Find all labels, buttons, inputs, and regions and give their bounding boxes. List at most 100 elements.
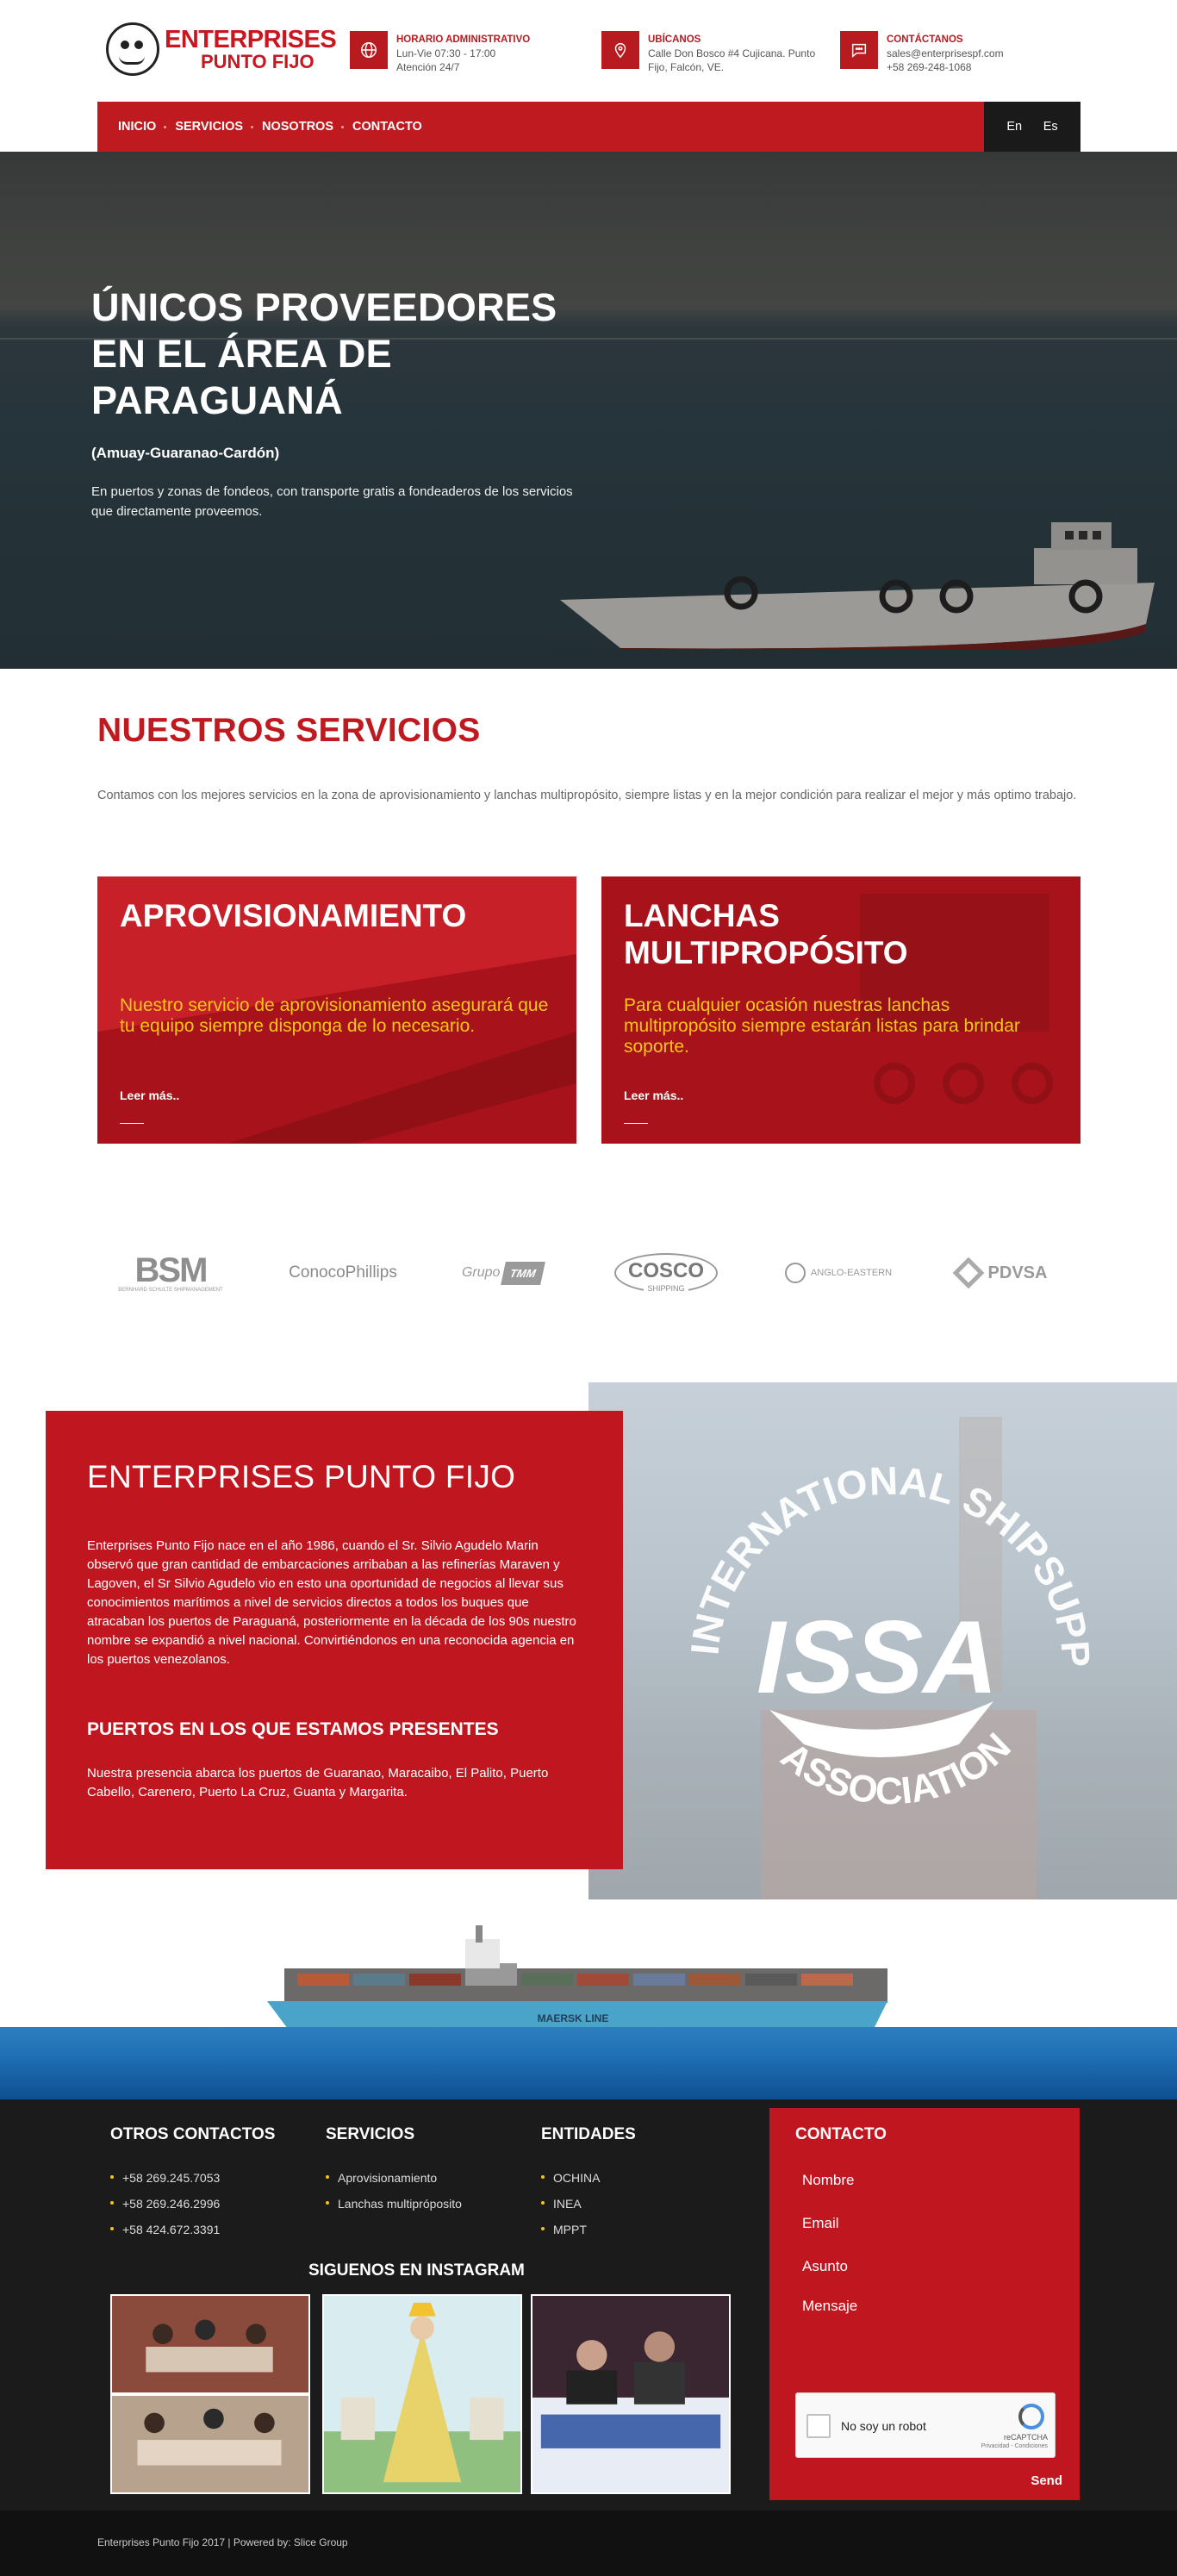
read-more-link[interactable]: Leer más..	[120, 1088, 179, 1102]
footer-entity-link[interactable]: INEA	[541, 2191, 636, 2217]
brand-logo[interactable]: ENTERPRISES PUNTO FIJO	[106, 22, 337, 76]
location-line2: Fijo, Falcón, VE.	[648, 61, 725, 73]
subject-field[interactable]: Asunto	[802, 2258, 848, 2275]
instagram-title: SIGUENOS EN INSTAGRAM	[308, 2261, 525, 2280]
footer-services: SERVICIOS Aprovisionamiento Lanchas mult…	[326, 2125, 462, 2217]
page: ENTERPRISES PUNTO FIJO HORARIO ADMINISTR…	[0, 0, 1177, 2576]
meeting-photo	[112, 2296, 308, 2492]
lang-en[interactable]: En	[1006, 120, 1022, 134]
footer-phone[interactable]: +58 269.245.7053	[110, 2165, 275, 2191]
footer-contacts: OTROS CONTACTOS +58 269.245.7053 +58 269…	[110, 2125, 275, 2242]
footer-entities: ENTIDADES OCHINA INEA MPPT	[541, 2125, 636, 2242]
chat-icon	[840, 31, 878, 69]
footer-entity-link[interactable]: OCHINA	[541, 2165, 636, 2191]
globe-icon	[350, 31, 388, 69]
globe-icon	[784, 1263, 806, 1283]
instagram-post[interactable]	[322, 2294, 522, 2494]
instagram-post[interactable]	[531, 2294, 731, 2494]
services-title: NUESTROS SERVICIOS	[97, 712, 481, 749]
main-nav: INICIO SERVICIOS NOSOTROS CONTACTO En Es	[97, 102, 1080, 152]
mascot-icon	[106, 22, 159, 76]
services-intro: Contamos con los mejores servicios en la…	[97, 789, 1077, 802]
site-footer: OTROS CONTACTOS +58 269.245.7053 +58 269…	[0, 2099, 1177, 2511]
footer-service-link[interactable]: Lanchas multipróposito	[326, 2191, 462, 2217]
recaptcha-label: No soy un robot	[841, 2419, 926, 2433]
virgin-painting	[324, 2296, 520, 2492]
partner-logo-anglo-eastern[interactable]: ANGLO-EASTERN	[774, 1243, 903, 1303]
email-field[interactable]: Email	[802, 2215, 839, 2232]
location-title: UBÍCANOS	[648, 34, 701, 45]
contact-info: CONTÁCTANOS sales@enterprisespf.com +58 …	[840, 31, 1073, 78]
partner-logo-pdvsa[interactable]: PDVSA	[942, 1243, 1062, 1303]
partner-logos: BSM BERNHARD SCHULTE SHIPMANAGEMENT Cono…	[97, 1243, 1080, 1303]
site-header: ENTERPRISES PUNTO FIJO HORARIO ADMINISTR…	[0, 0, 1177, 102]
location-info: UBÍCANOS Calle Don Bosco #4 Cujicana. Pu…	[601, 31, 825, 78]
message-field[interactable]: Mensaje	[802, 2298, 857, 2315]
location-line1: Calle Don Bosco #4 Cujicana. Punto	[648, 47, 816, 59]
contact-phone[interactable]: +58 269-248-1068	[887, 61, 971, 73]
footer-phone[interactable]: +58 424.672.3391	[110, 2217, 275, 2242]
name-field[interactable]: Nombre	[802, 2172, 854, 2189]
hours-title: HORARIO ADMINISTRATIVO	[396, 34, 531, 45]
ports-text: Nuestra presencia abarca los puertos de …	[87, 1766, 549, 1799]
card-divider	[120, 1123, 144, 1124]
footer-services-title: SERVICIOS	[326, 2125, 415, 2143]
svg-text:ISSA: ISSA	[757, 1600, 998, 1715]
footer-entity-link[interactable]: MPPT	[541, 2217, 636, 2242]
contact-form: CONTACTO Nombre Email Asunto Mensaje No …	[769, 2108, 1080, 2500]
lang-es[interactable]: Es	[1043, 120, 1058, 134]
recaptcha-icon	[1018, 2404, 1044, 2429]
recaptcha-checkbox[interactable]	[806, 2414, 831, 2438]
issa-background-image: INTERNATIONAL SHIPSUPPLIERS & SERVICES I…	[588, 1382, 1177, 1899]
container-ship-banner: MAERSK LINE	[0, 1899, 1177, 2099]
about-text: Enterprises Punto Fijo nace en el año 19…	[87, 1538, 576, 1667]
nav-item-servicios[interactable]: SERVICIOS	[164, 120, 243, 134]
recaptcha-links[interactable]: Privacidad - Condiciones	[981, 2443, 1048, 2449]
nav-item-contacto[interactable]: CONTACTO	[341, 120, 422, 134]
read-more-link[interactable]: Leer más..	[624, 1088, 683, 1102]
partner-logo-grupo-tmm[interactable]: Grupo TMM	[451, 1243, 554, 1303]
contact-email[interactable]: sales@enterprisespf.com	[887, 47, 1004, 59]
pdvsa-sun-icon	[952, 1257, 984, 1289]
hours-line1: Lun-Vie 07:30 - 17:00	[396, 47, 496, 59]
footer-phone[interactable]: +58 269.246.2996	[110, 2191, 275, 2217]
service-card-lanchas[interactable]: LANCHAS MULTIPROPÓSITO Para cualquier oc…	[601, 876, 1080, 1144]
card-text: Nuestro servicio de aprovisionamiento as…	[120, 995, 549, 1036]
hero-description: En puertos y zonas de fondeos, con trans…	[91, 484, 573, 519]
copyright-text: Enterprises Punto Fijo 2017 | Powered by…	[97, 2536, 348, 2548]
instagram-post[interactable]	[110, 2294, 310, 2494]
recaptcha-widget: No soy un robot reCAPTCHA Privacidad - C…	[795, 2392, 1056, 2458]
issa-logo: INTERNATIONAL SHIPSUPPLIERS & SERVICES I…	[588, 1382, 1099, 1899]
card-title: APROVISIONAMIENTO	[120, 898, 467, 933]
ship-label: MAERSK LINE	[538, 2012, 609, 2024]
card-text: Para cualquier ocasión nuestras lanchas …	[624, 995, 1020, 1057]
copyright-bar: Enterprises Punto Fijo 2017 | Powered by…	[0, 2511, 1177, 2576]
footer-entities-title: ENTIDADES	[541, 2125, 636, 2143]
contact-title: CONTÁCTANOS	[887, 34, 963, 45]
hours-info: HORARIO ADMINISTRATIVO Lun-Vie 07:30 - 1…	[350, 31, 565, 78]
brand-line2: PUNTO FIJO	[201, 51, 314, 72]
send-button[interactable]: Send	[1031, 2473, 1062, 2488]
about-title: ENTERPRISES PUNTO FIJO	[87, 1459, 516, 1494]
recaptcha-brand: reCAPTCHA	[1003, 2433, 1048, 2442]
boat-sign-photo	[532, 2296, 729, 2492]
sea-water	[0, 2027, 1177, 2099]
map-pin-icon	[601, 31, 639, 69]
about-panel: ENTERPRISES PUNTO FIJO Enterprises Punto…	[46, 1411, 623, 1869]
hero-title: ÚNICOS PROVEEDORES EN EL ÁREA DE PARAGUA…	[91, 285, 557, 422]
contact-form-title: CONTACTO	[795, 2125, 887, 2143]
language-switcher: En Es	[984, 102, 1080, 152]
nav-item-inicio[interactable]: INICIO	[118, 120, 156, 134]
nav-item-nosotros[interactable]: NOSOTROS	[251, 120, 333, 134]
card-divider	[624, 1123, 648, 1124]
footer-contacts-title: OTROS CONTACTOS	[110, 2125, 276, 2143]
hero-subtitle: (Amuay-Guaranao-Cardón)	[91, 445, 280, 461]
partner-logo-bsm[interactable]: BSM BERNHARD SCHULTE SHIPMANAGEMENT	[115, 1243, 227, 1303]
partner-logo-cosco[interactable]: COSCO SHIPPING	[614, 1243, 719, 1303]
service-card-aprovisionamiento[interactable]: APROVISIONAMIENTO Nuestro servicio de ap…	[97, 876, 576, 1144]
partner-logo-conocophillips[interactable]: ConocoPhillips	[283, 1243, 403, 1303]
card-title: LANCHAS MULTIPROPÓSITO	[624, 898, 908, 970]
hours-line2: Atención 24/7	[396, 61, 460, 73]
hero-banner: ÚNICOS PROVEEDORES EN EL ÁREA DE PARAGUA…	[0, 152, 1177, 669]
footer-service-link[interactable]: Aprovisionamiento	[326, 2165, 462, 2191]
